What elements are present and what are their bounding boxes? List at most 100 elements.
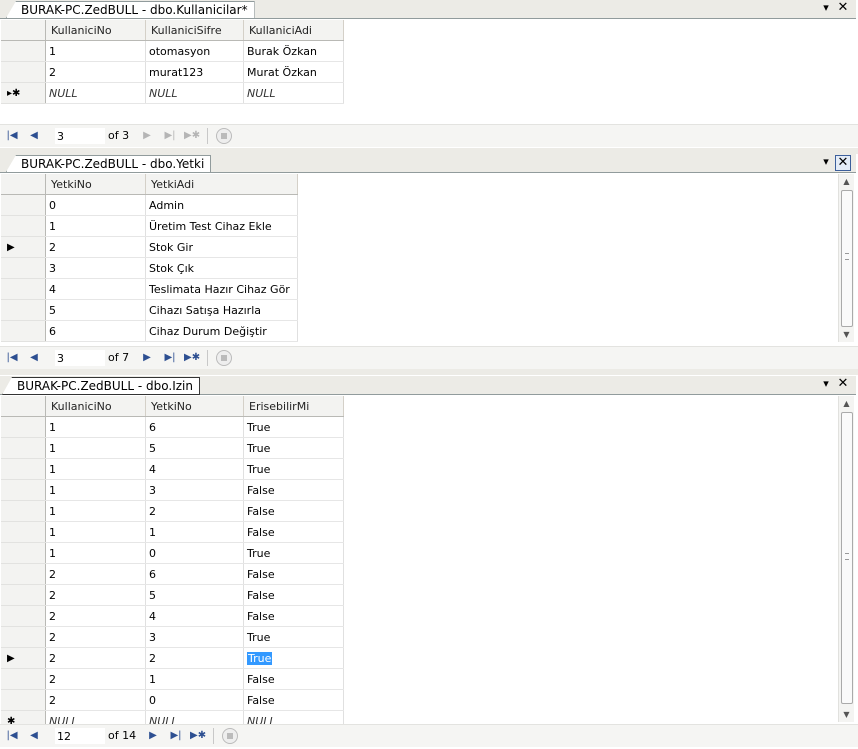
cell[interactable]: True — [243, 458, 344, 480]
cell[interactable]: 1 — [45, 40, 146, 62]
dropdown-icon[interactable]: ▾ — [819, 1, 833, 15]
table-row[interactable]: 1 3 False — [1, 479, 344, 501]
cell[interactable]: False — [243, 668, 344, 690]
column-header[interactable]: YetkiNo — [45, 174, 146, 195]
cell[interactable]: 2 — [45, 236, 146, 258]
table-row[interactable]: 1 4 True — [1, 458, 344, 480]
cell[interactable]: 1 — [45, 521, 146, 543]
cell[interactable]: 5 — [145, 437, 244, 459]
row-header[interactable] — [1, 563, 46, 585]
cell[interactable]: 6 — [145, 416, 244, 438]
cell[interactable]: 5 — [145, 584, 244, 606]
table-row[interactable]: 2 4 False — [1, 605, 344, 627]
next-record-icon[interactable]: ▶ — [139, 128, 155, 144]
row-header[interactable] — [1, 40, 46, 62]
cell[interactable]: True — [243, 542, 344, 564]
cell[interactable]: NULL — [45, 710, 146, 724]
row-header[interactable] — [1, 458, 46, 480]
dropdown-icon[interactable]: ▾ — [819, 377, 833, 391]
cell[interactable]: False — [243, 500, 344, 522]
cell[interactable]: 1 — [145, 668, 244, 690]
close-icon[interactable]: ✕ — [836, 377, 850, 391]
cell[interactable]: Üretim Test Cihaz Ekle — [145, 215, 298, 237]
cell[interactable]: True — [243, 437, 344, 459]
row-header[interactable] — [1, 626, 46, 648]
row-header[interactable] — [1, 215, 46, 237]
cell[interactable]: 1 — [45, 215, 146, 237]
table-row[interactable]: ▶ 2 Stok Gir — [1, 236, 298, 258]
scroll-down-icon[interactable]: ▼ — [839, 707, 854, 722]
cell[interactable]: Stok Gir — [145, 236, 298, 258]
cell[interactable]: NULL — [243, 82, 344, 104]
table-row[interactable]: 2 0 False — [1, 689, 344, 711]
table-row[interactable]: 1 6 True — [1, 416, 344, 438]
cell[interactable]: 6 — [45, 320, 146, 342]
splitter[interactable] — [0, 369, 858, 375]
table-row[interactable]: 1 Üretim Test Cihaz Ekle — [1, 215, 298, 237]
cell[interactable]: Murat Özkan — [243, 61, 344, 83]
row-header[interactable] — [1, 194, 46, 216]
row-header[interactable] — [1, 605, 46, 627]
row-header[interactable] — [1, 542, 46, 564]
cell[interactable]: NULL — [145, 710, 244, 724]
cell[interactable]: 1 — [45, 458, 146, 480]
cell[interactable]: 4 — [145, 605, 244, 627]
row-header[interactable] — [1, 299, 46, 321]
last-record-icon[interactable]: ▶| — [162, 128, 178, 144]
first-record-icon[interactable]: |◀ — [4, 728, 20, 744]
cell[interactable]: Cihazı Satışa Hazırla — [145, 299, 298, 321]
current-row-icon[interactable]: ▶ — [1, 236, 46, 258]
tab-yetki[interactable]: BURAK-PC.ZedBULL - dbo.Yetki — [6, 155, 212, 172]
row-header[interactable] — [1, 278, 46, 300]
tab-kullanicilar[interactable]: BURAK-PC.ZedBULL - dbo.Kullanicilar* — [6, 1, 255, 18]
cell[interactable]: 2 — [145, 647, 244, 669]
row-header[interactable] — [1, 416, 46, 438]
stop-icon[interactable] — [216, 350, 232, 366]
row-header[interactable] — [1, 437, 46, 459]
table-row[interactable]: 1 0 True — [1, 542, 344, 564]
tab-izin[interactable]: BURAK-PC.ZedBULL - dbo.Izin — [2, 377, 200, 395]
cell[interactable]: 3 — [145, 479, 244, 501]
cell[interactable]: False — [243, 584, 344, 606]
table-row[interactable]: 2 3 True — [1, 626, 344, 648]
cell[interactable]: False — [243, 605, 344, 627]
stop-icon[interactable] — [216, 128, 232, 144]
cell[interactable]: Stok Çık — [145, 257, 298, 279]
cell[interactable]: 0 — [145, 542, 244, 564]
cell[interactable]: True — [243, 416, 344, 438]
previous-record-icon[interactable]: ◀ — [26, 128, 42, 144]
cell[interactable]: NULL — [243, 710, 344, 724]
cell[interactable]: 2 — [145, 500, 244, 522]
previous-record-icon[interactable]: ◀ — [26, 728, 42, 744]
next-record-icon[interactable]: ▶ — [145, 728, 161, 744]
first-record-icon[interactable]: |◀ — [4, 350, 20, 366]
scroll-up-icon[interactable]: ▲ — [839, 396, 854, 411]
cell[interactable]: Admin — [145, 194, 298, 216]
scroll-up-icon[interactable]: ▲ — [839, 174, 854, 189]
cell[interactable]: 1 — [45, 479, 146, 501]
new-record-icon[interactable]: ▶✱ — [190, 728, 206, 744]
row-header[interactable] — [1, 61, 46, 83]
table-row[interactable]: 1 2 False — [1, 500, 344, 522]
record-position-input[interactable] — [54, 349, 106, 367]
cell[interactable]: Teslimata Hazır Cihaz Gör — [145, 278, 298, 300]
row-header[interactable] — [1, 257, 46, 279]
close-icon[interactable]: ✕ — [835, 155, 851, 171]
cell[interactable]: 3 — [145, 626, 244, 648]
table-row[interactable]: 4 Teslimata Hazır Cihaz Gör — [1, 278, 298, 300]
table-row[interactable]: 1 otomasyon Burak Özkan — [1, 40, 344, 62]
cell[interactable]: 3 — [45, 257, 146, 279]
cell[interactable]: murat123 — [145, 61, 244, 83]
cell[interactable]: 1 — [45, 416, 146, 438]
record-position-input[interactable] — [54, 727, 106, 745]
row-header[interactable] — [1, 668, 46, 690]
cell[interactable]: 2 — [45, 605, 146, 627]
previous-record-icon[interactable]: ◀ — [26, 350, 42, 366]
cell[interactable]: 4 — [145, 458, 244, 480]
last-record-icon[interactable]: ▶| — [168, 728, 184, 744]
record-position-input[interactable] — [54, 127, 106, 145]
row-header[interactable] — [1, 521, 46, 543]
cell[interactable]: 6 — [145, 563, 244, 585]
table-row[interactable]: ▶ 2 2 True — [1, 647, 344, 669]
cell[interactable]: False — [243, 521, 344, 543]
